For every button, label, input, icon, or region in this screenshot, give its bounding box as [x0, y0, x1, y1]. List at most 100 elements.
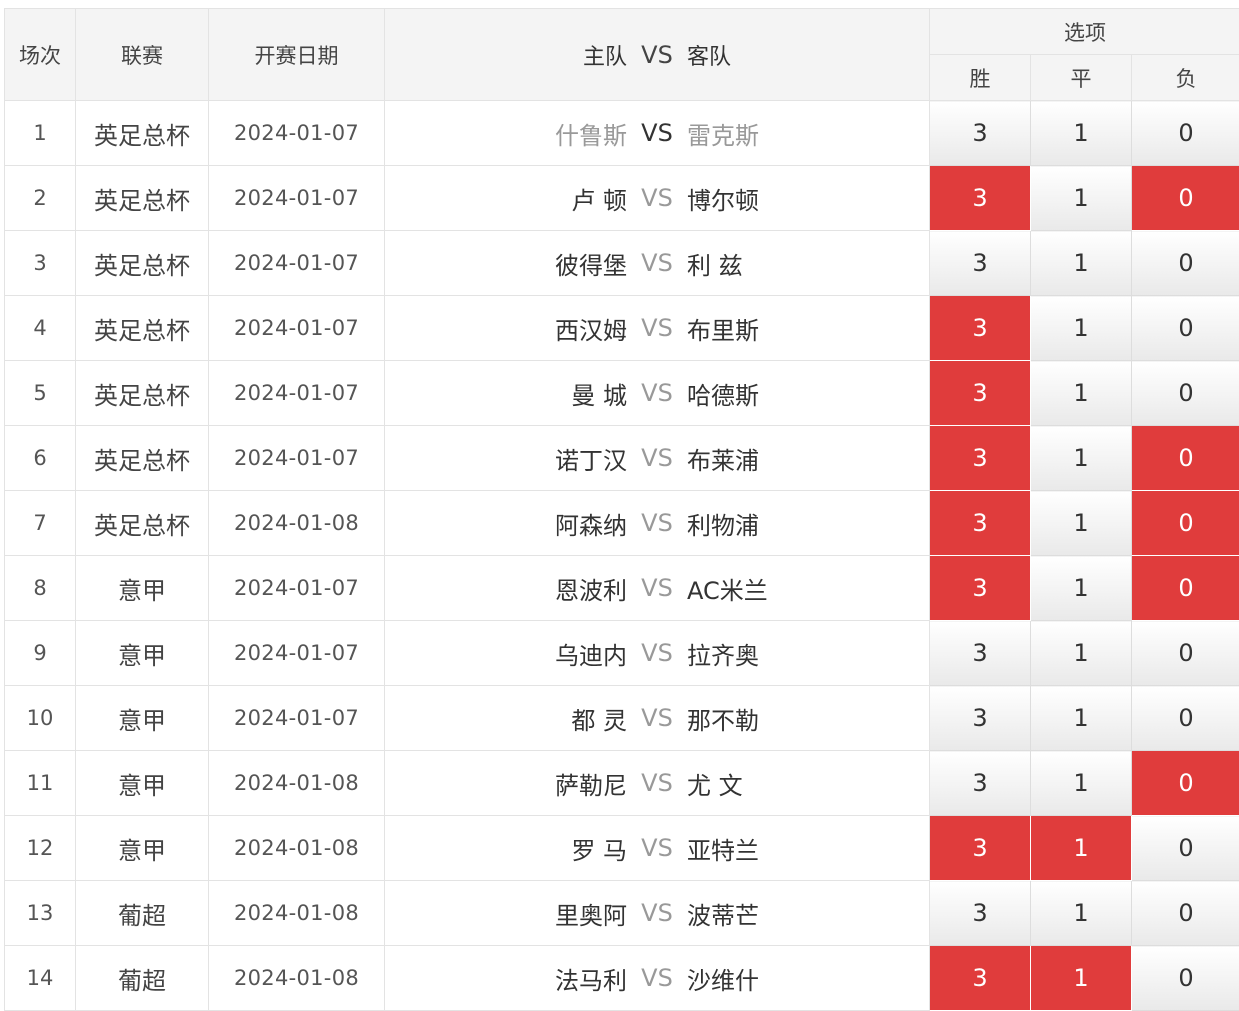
table-row: 13葡超2024-01-08里奥阿VS波蒂芒310 [5, 881, 1239, 946]
option-draw-button[interactable]: 1 [1031, 621, 1132, 686]
option-draw-button[interactable]: 1 [1031, 686, 1132, 751]
match-date: 2024-01-07 [209, 166, 385, 231]
match-number: 11 [5, 751, 76, 816]
option-lose-button[interactable]: 0 [1132, 881, 1239, 946]
match-number: 7 [5, 491, 76, 556]
option-win-button[interactable]: 3 [930, 816, 1031, 881]
option-win-button[interactable]: 3 [930, 491, 1031, 556]
option-lose-button[interactable]: 0 [1132, 101, 1239, 166]
away-team: 利 兹 [687, 246, 837, 281]
away-team: AC米兰 [687, 571, 837, 606]
header-home: 主队 [477, 39, 627, 71]
vs-label: VS [627, 314, 687, 342]
home-team: 罗 马 [477, 831, 627, 866]
league-name: 英足总杯 [76, 231, 209, 296]
vs-label: VS [627, 119, 687, 147]
league-name: 意甲 [76, 751, 209, 816]
option-lose-button[interactable]: 0 [1132, 686, 1239, 751]
option-lose-button[interactable]: 0 [1132, 946, 1239, 1011]
league-name: 英足总杯 [76, 426, 209, 491]
option-lose-button[interactable]: 0 [1132, 556, 1239, 621]
match-number: 12 [5, 816, 76, 881]
option-win-button[interactable]: 3 [930, 101, 1031, 166]
option-draw-button[interactable]: 1 [1031, 556, 1132, 621]
away-team: 波蒂芒 [687, 896, 837, 931]
vs-label: VS [627, 769, 687, 797]
home-team: 西汉姆 [477, 311, 627, 346]
option-draw-button[interactable]: 1 [1031, 881, 1132, 946]
option-lose-button[interactable]: 0 [1132, 231, 1239, 296]
option-lose-button[interactable]: 0 [1132, 621, 1239, 686]
option-lose-button[interactable]: 0 [1132, 491, 1239, 556]
table-body: 1英足总杯2024-01-07什鲁斯VS雷克斯3102英足总杯2024-01-0… [5, 101, 1239, 1011]
match-teams: 什鲁斯VS雷克斯 [385, 101, 930, 166]
option-lose-button[interactable]: 0 [1132, 361, 1239, 426]
option-draw-button[interactable]: 1 [1031, 166, 1132, 231]
option-draw-button[interactable]: 1 [1031, 946, 1132, 1011]
match-number: 6 [5, 426, 76, 491]
match-teams: 都 灵VS那不勒 [385, 686, 930, 751]
home-team: 乌迪内 [477, 636, 627, 671]
option-lose-button[interactable]: 0 [1132, 751, 1239, 816]
header-date: 开赛日期 [209, 9, 385, 101]
away-team: 那不勒 [687, 701, 837, 736]
league-name: 葡超 [76, 946, 209, 1011]
option-win-button[interactable]: 3 [930, 361, 1031, 426]
away-team: 拉齐奥 [687, 636, 837, 671]
option-win-button[interactable]: 3 [930, 751, 1031, 816]
match-teams: 萨勒尼VS尤 文 [385, 751, 930, 816]
home-team: 曼 城 [477, 376, 627, 411]
option-draw-button[interactable]: 1 [1031, 101, 1132, 166]
match-teams: 法马利VS沙维什 [385, 946, 930, 1011]
option-win-button[interactable]: 3 [930, 881, 1031, 946]
option-draw-button[interactable]: 1 [1031, 816, 1132, 881]
option-draw-button[interactable]: 1 [1031, 426, 1132, 491]
vs-label: VS [627, 964, 687, 992]
table-row: 8意甲2024-01-07恩波利VSAC米兰310 [5, 556, 1239, 621]
option-draw-button[interactable]: 1 [1031, 751, 1132, 816]
option-draw-button[interactable]: 1 [1031, 361, 1132, 426]
home-team: 卢 顿 [477, 181, 627, 216]
match-teams: 彼得堡VS利 兹 [385, 231, 930, 296]
match-date: 2024-01-07 [209, 556, 385, 621]
away-team: 亚特兰 [687, 831, 837, 866]
league-name: 葡超 [76, 881, 209, 946]
table-row: 3英足总杯2024-01-07彼得堡VS利 兹310 [5, 231, 1239, 296]
league-name: 意甲 [76, 816, 209, 881]
header-match: 主队 VS 客队 [385, 9, 930, 101]
league-name: 英足总杯 [76, 101, 209, 166]
table-header: 场次 联赛 开赛日期 主队 VS 客队 选项 胜 平 负 [5, 9, 1239, 101]
league-name: 意甲 [76, 686, 209, 751]
option-win-button[interactable]: 3 [930, 166, 1031, 231]
match-date: 2024-01-07 [209, 426, 385, 491]
home-team: 里奥阿 [477, 896, 627, 931]
option-win-button[interactable]: 3 [930, 296, 1031, 361]
match-teams: 里奥阿VS波蒂芒 [385, 881, 930, 946]
option-draw-button[interactable]: 1 [1031, 491, 1132, 556]
match-teams: 诺丁汉VS布莱浦 [385, 426, 930, 491]
option-win-button[interactable]: 3 [930, 621, 1031, 686]
home-team: 恩波利 [477, 571, 627, 606]
vs-label: VS [627, 509, 687, 537]
vs-label: VS [627, 249, 687, 277]
match-number: 10 [5, 686, 76, 751]
option-lose-button[interactable]: 0 [1132, 296, 1239, 361]
vs-label: VS [627, 444, 687, 472]
option-draw-button[interactable]: 1 [1031, 296, 1132, 361]
option-draw-button[interactable]: 1 [1031, 231, 1132, 296]
match-teams: 乌迪内VS拉齐奥 [385, 621, 930, 686]
match-number: 9 [5, 621, 76, 686]
option-lose-button[interactable]: 0 [1132, 816, 1239, 881]
home-team: 法马利 [477, 961, 627, 996]
option-lose-button[interactable]: 0 [1132, 426, 1239, 491]
option-lose-button[interactable]: 0 [1132, 166, 1239, 231]
match-date: 2024-01-08 [209, 751, 385, 816]
home-team: 什鲁斯 [477, 116, 627, 151]
option-win-button[interactable]: 3 [930, 946, 1031, 1011]
option-win-button[interactable]: 3 [930, 556, 1031, 621]
match-number: 3 [5, 231, 76, 296]
option-win-button[interactable]: 3 [930, 426, 1031, 491]
match-date: 2024-01-07 [209, 686, 385, 751]
option-win-button[interactable]: 3 [930, 231, 1031, 296]
option-win-button[interactable]: 3 [930, 686, 1031, 751]
